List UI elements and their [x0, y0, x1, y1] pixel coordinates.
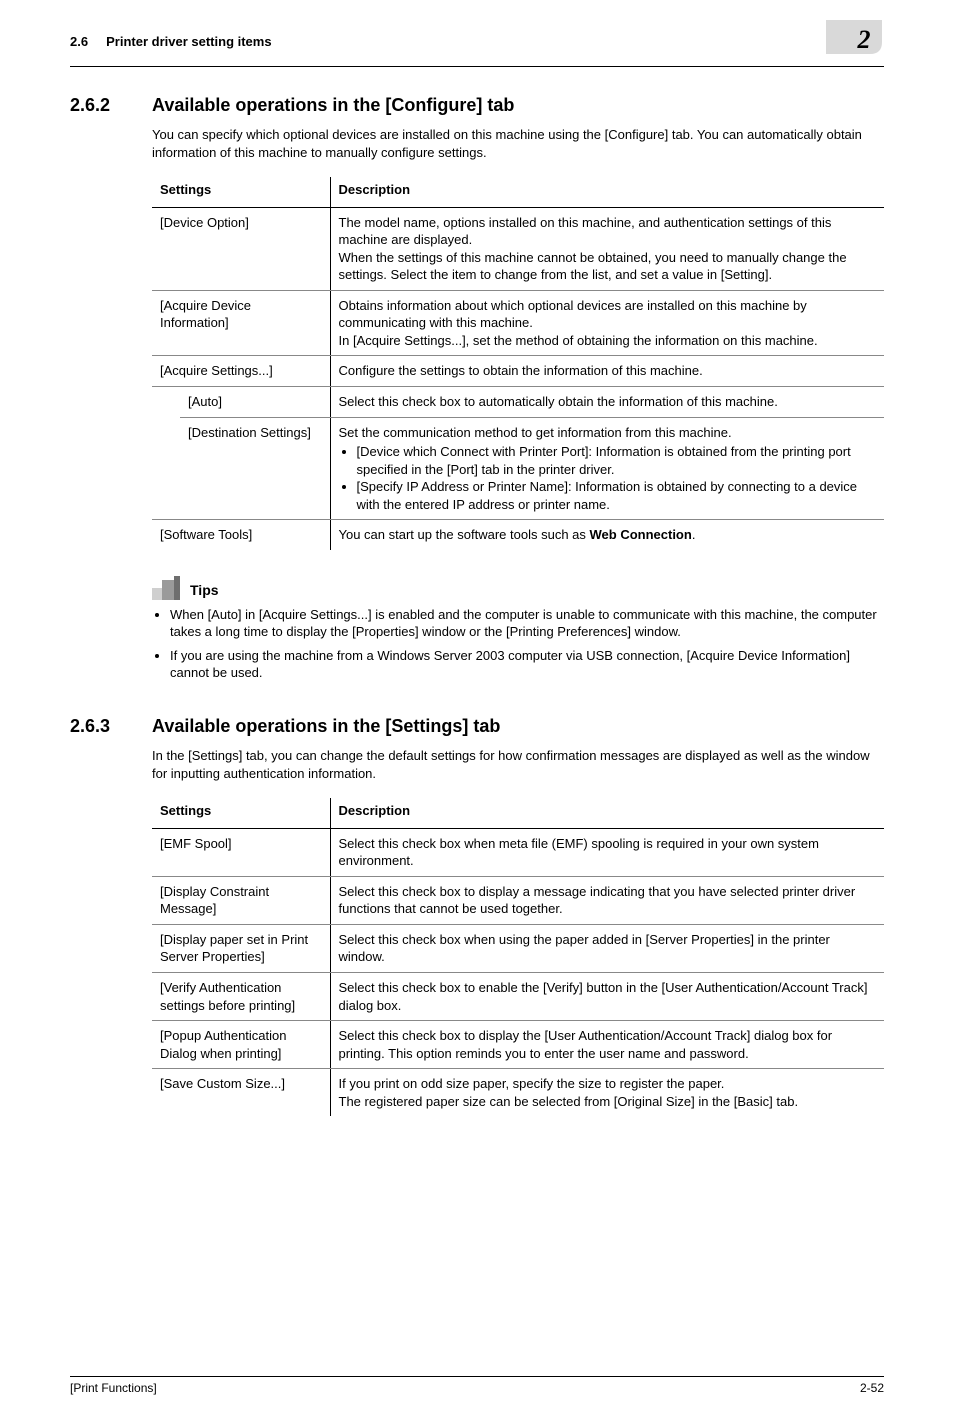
settings-hdr-settings: Settings: [152, 798, 330, 828]
row-software-tools-label: [Software Tools]: [152, 520, 330, 550]
configure-tab-table: Settings Description [Device Option] The…: [152, 177, 884, 550]
row-disp-constraint-desc: Select this check box to display a messa…: [330, 876, 884, 924]
row-device-option-label: [Device Option]: [152, 207, 330, 290]
running-head: 2.6 Printer driver setting items 2: [70, 0, 884, 67]
row-software-tools-post: .: [692, 527, 696, 542]
section-262-intro: You can specify which optional devices a…: [152, 126, 884, 161]
tips-header: Tips: [152, 576, 884, 600]
chapter-badge-icon: 2: [824, 18, 884, 56]
configure-hdr-desc: Description: [330, 177, 884, 207]
row-verify-auth-desc: Select this check box to enable the [Ver…: [330, 972, 884, 1020]
row-dest-settings-desc: Set the communication method to get info…: [330, 417, 884, 520]
settings-tab-table: Settings Description [EMF Spool] Select …: [152, 798, 884, 1116]
row-auto-desc: Select this check box to automatically o…: [330, 387, 884, 418]
row-save-custom-label: [Save Custom Size...]: [152, 1069, 330, 1117]
row-popup-auth-desc: Select this check box to display the [Us…: [330, 1021, 884, 1069]
footer-right: 2-52: [860, 1381, 884, 1395]
row-software-tools-pre: You can start up the software tools such…: [339, 527, 590, 542]
tip-item-1: When [Auto] in [Acquire Settings...] is …: [170, 606, 884, 641]
row-verify-auth-label: [Verify Authentication settings before p…: [152, 972, 330, 1020]
section-number-262: 2.6.2: [70, 95, 124, 116]
running-head-title: Printer driver setting items: [106, 34, 271, 49]
footer-left: [Print Functions]: [70, 1381, 157, 1395]
settings-hdr-desc: Description: [330, 798, 884, 828]
tips-list: When [Auto] in [Acquire Settings...] is …: [152, 606, 884, 682]
row-dest-settings-b2: [Specify IP Address or Printer Name]: In…: [357, 478, 877, 513]
row-device-option-desc: The model name, options installed on thi…: [330, 207, 884, 290]
configure-hdr-settings: Settings: [152, 177, 330, 207]
row-disp-paper-label: [Display paper set in Print Server Prope…: [152, 924, 330, 972]
row-emf-desc: Select this check box when meta file (EM…: [330, 828, 884, 876]
row-dest-settings-b1: [Device which Connect with Printer Port]…: [357, 443, 877, 478]
row-auto-label: [Auto]: [180, 387, 330, 418]
row-software-tools-bold: Web Connection: [590, 527, 692, 542]
row-disp-constraint-label: [Display Constraint Message]: [152, 876, 330, 924]
row-disp-paper-desc: Select this check box when using the pap…: [330, 924, 884, 972]
row-acquire-settings-desc: Configure the settings to obtain the inf…: [330, 356, 884, 387]
row-acquire-settings-label: [Acquire Settings...]: [152, 356, 330, 387]
page-footer: [Print Functions] 2-52: [70, 1376, 884, 1415]
tips-icon: [152, 576, 186, 600]
section-title-262: Available operations in the [Configure] …: [152, 95, 514, 116]
row-popup-auth-label: [Popup Authentication Dialog when printi…: [152, 1021, 330, 1069]
row-acquire-dev-info-desc: Obtains information about which optional…: [330, 290, 884, 356]
section-title-263: Available operations in the [Settings] t…: [152, 716, 500, 737]
running-head-section: 2.6: [70, 34, 88, 49]
row-software-tools-desc: You can start up the software tools such…: [330, 520, 884, 550]
row-dest-settings-lead: Set the communication method to get info…: [339, 425, 732, 440]
chapter-number: 2: [857, 25, 871, 54]
row-emf-label: [EMF Spool]: [152, 828, 330, 876]
row-save-custom-desc: If you print on odd size paper, specify …: [330, 1069, 884, 1117]
chapter-badge: 2: [824, 18, 884, 56]
tips-label: Tips: [190, 582, 219, 598]
running-head-left: 2.6 Printer driver setting items: [70, 34, 272, 49]
row-dest-settings-label: [Destination Settings]: [180, 417, 330, 520]
tip-item-2: If you are using the machine from a Wind…: [170, 647, 884, 682]
section-263-intro: In the [Settings] tab, you can change th…: [152, 747, 884, 782]
row-acquire-dev-info-label: [Acquire Device Information]: [152, 290, 330, 356]
section-number-263: 2.6.3: [70, 716, 124, 737]
